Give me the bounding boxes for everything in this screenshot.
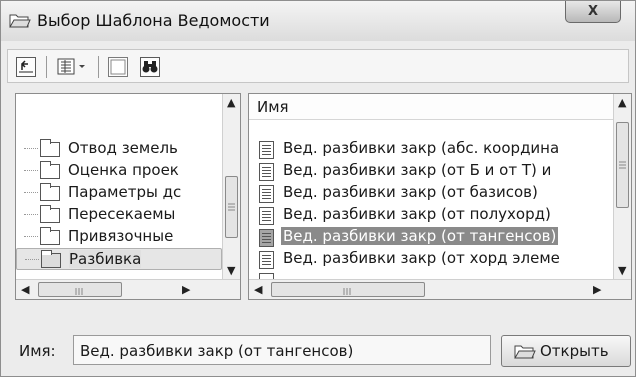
- window-title: Выбор Шаблона Ведомости: [37, 11, 270, 30]
- tree-item-label: Отвод земель: [68, 139, 178, 157]
- column-header-name[interactable]: Имя: [249, 94, 613, 120]
- folder-icon: [41, 250, 61, 268]
- tree-connector: [24, 214, 38, 215]
- up-folder-button[interactable]: [16, 57, 36, 77]
- toolbar-separator: [46, 56, 47, 78]
- document-icon: [259, 163, 274, 181]
- list-item[interactable]: Вед. разбивки закр (от полухорд): [249, 204, 613, 226]
- list-item[interactable]: Вед. разбивки закр (от Б и от Т) и: [249, 160, 613, 182]
- close-button[interactable]: X: [565, 1, 621, 23]
- scroll-up-arrow-icon[interactable]: ▲: [227, 96, 235, 109]
- blank-button[interactable]: [108, 57, 128, 77]
- folder-icon: [40, 161, 60, 179]
- view-options-button[interactable]: [56, 56, 90, 78]
- document-icon: [259, 141, 274, 159]
- document-icon: [259, 185, 274, 203]
- list-horizontal-scrollbar[interactable]: ◀ ▶: [249, 279, 631, 299]
- dialog-window: Выбор Шаблона Ведомости X Отвод земель О…: [0, 0, 636, 377]
- tree-item-label: Разбивка: [69, 250, 142, 268]
- view-options-icon: [57, 58, 85, 75]
- name-field[interactable]: Вед. разбивки закр (от тангенсов): [73, 335, 491, 365]
- list-item-label: Вед. разбивки закр (от хорд элеме: [283, 249, 560, 267]
- folder-tree-panel[interactable]: Отвод земель Оценка проек Параметры дс П…: [15, 93, 241, 300]
- tree-connector: [24, 170, 38, 171]
- scroll-up-arrow-icon[interactable]: ▲: [618, 96, 626, 109]
- scroll-down-arrow-icon[interactable]: ▼: [618, 264, 626, 277]
- list-item-selected[interactable]: Вед. разбивки закр (от тангенсов): [249, 226, 613, 248]
- tree-item-selected[interactable]: Разбивка: [16, 248, 222, 270]
- tree-connector: [24, 192, 38, 193]
- blank-icon: [110, 59, 126, 75]
- scroll-thumb[interactable]: [271, 282, 425, 297]
- document-icon: [259, 229, 274, 247]
- document-icon: [259, 251, 274, 269]
- folder-icon: [40, 227, 60, 245]
- tree-vertical-scrollbar[interactable]: ▲ ▼: [222, 94, 240, 279]
- folder-icon: [40, 183, 60, 201]
- tree-item-label: Параметры дс: [68, 183, 182, 201]
- find-button[interactable]: [140, 57, 160, 77]
- open-folder-icon: [9, 14, 31, 28]
- list-item-label: Вед. разбивки закр (от тангенсов): [281, 227, 559, 245]
- scroll-thumb[interactable]: [38, 282, 122, 297]
- document-icon: [259, 207, 274, 225]
- scroll-right-arrow-icon[interactable]: ▶: [182, 283, 190, 296]
- list-item[interactable]: Вед. разбивки закр (от хорд элеме: [249, 248, 613, 270]
- open-button-label: Открыть: [540, 342, 609, 360]
- grip-icon: [75, 288, 83, 295]
- grip-icon: [343, 288, 351, 295]
- scroll-right-arrow-icon[interactable]: ▶: [593, 283, 601, 296]
- scroll-left-arrow-icon[interactable]: ◀: [254, 283, 262, 296]
- template-list-panel[interactable]: Имя Вед. разбивки закр (абс. координа Ве…: [248, 93, 632, 300]
- tree-connector: [24, 236, 38, 237]
- scroll-down-arrow-icon[interactable]: ▼: [227, 264, 235, 277]
- tree-item-label: Оценка проек: [68, 161, 179, 179]
- list-item-label: Вед. разбивки закр (от базисов): [283, 183, 538, 201]
- tree-connector: [24, 148, 38, 149]
- up-folder-icon: [19, 60, 33, 73]
- tree-item-label: Привязочные: [68, 227, 174, 245]
- tree-item-label: Пересекаемы: [68, 205, 176, 223]
- open-button[interactable]: Открыть: [501, 335, 631, 367]
- list-item[interactable]: Вед. разбивки закр (от базисов): [249, 182, 613, 204]
- grip-icon: [619, 161, 626, 169]
- list-item[interactable]: Вед. разбивки закр (абс. координа: [249, 138, 613, 160]
- open-folder-icon: [514, 345, 536, 359]
- list-item-label: Вед. разбивки закр (абс. координа: [283, 139, 560, 157]
- scroll-thumb[interactable]: [616, 122, 629, 208]
- tree-horizontal-scrollbar[interactable]: ◀ ▶: [16, 279, 240, 299]
- name-field-label: Имя:: [19, 342, 56, 360]
- toolbar-separator: [98, 56, 99, 78]
- folder-icon: [40, 205, 60, 223]
- scroll-thumb[interactable]: [225, 176, 238, 238]
- list-item-label: Вед. разбивки закр (от полухорд): [283, 205, 551, 223]
- list-item-label: Вед. разбивки закр (от Б и от Т) и: [283, 161, 552, 179]
- title-bar[interactable]: Выбор Шаблона Ведомости X: [1, 1, 635, 41]
- toolbar: [7, 49, 629, 83]
- list-vertical-scrollbar[interactable]: ▲ ▼: [613, 94, 631, 279]
- folder-icon: [40, 139, 60, 157]
- scroll-left-arrow-icon[interactable]: ◀: [21, 283, 29, 296]
- tree-connector: [25, 259, 39, 260]
- grip-icon: [228, 203, 235, 211]
- binoculars-icon: [142, 61, 158, 73]
